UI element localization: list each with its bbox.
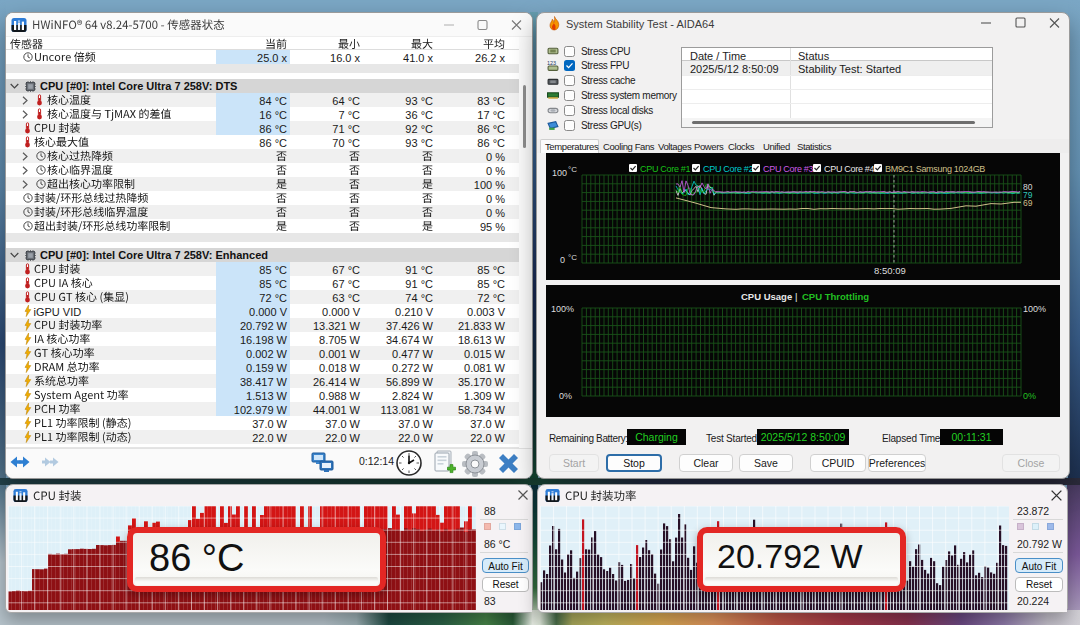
svg-text:123: 123 (547, 60, 556, 66)
